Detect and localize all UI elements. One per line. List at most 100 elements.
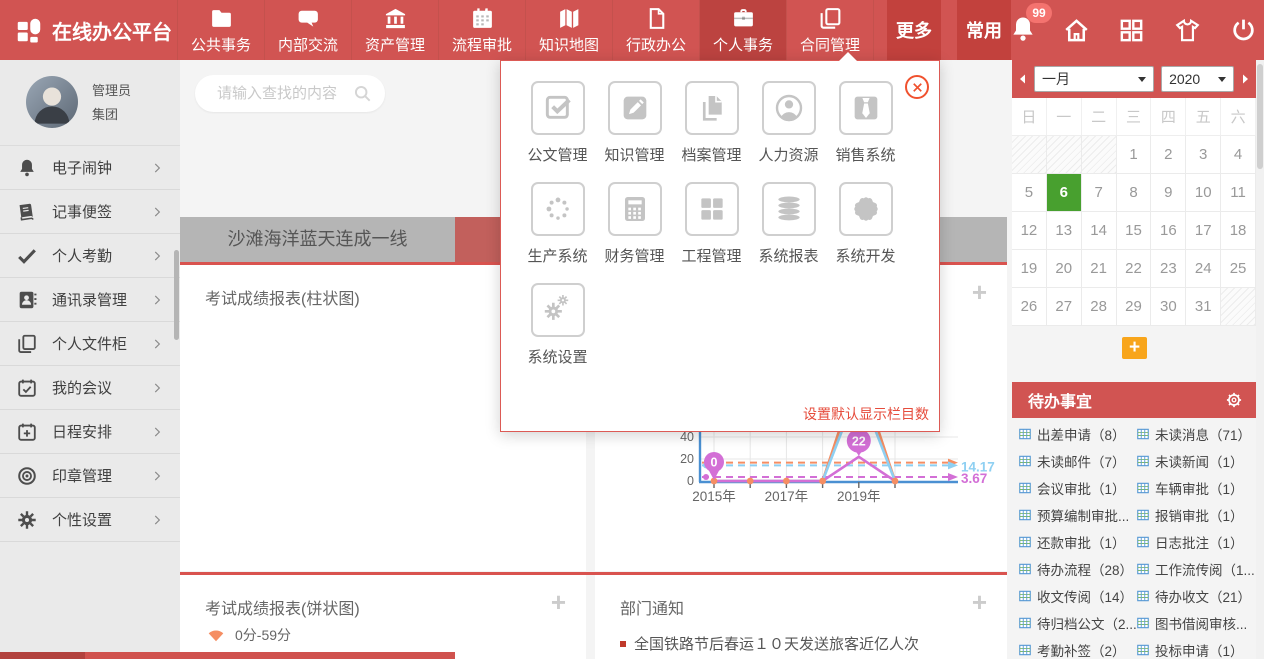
calendar-day-16[interactable]: 16	[1151, 212, 1186, 250]
theme-shirt-icon[interactable]	[1173, 16, 1202, 45]
nav-item-3[interactable]: 资产管理	[352, 0, 439, 60]
todo-item-15[interactable]: 待归档公文（2...	[1018, 609, 1136, 636]
todo-item-5[interactable]: 会议审批（1）	[1018, 474, 1136, 501]
calendar-day-6[interactable]: 6	[1047, 174, 1082, 212]
calendar-day-30[interactable]: 30	[1151, 288, 1186, 326]
calendar-day-7[interactable]: 7	[1082, 174, 1117, 212]
todo-item-2[interactable]: 未读消息（71）	[1136, 420, 1254, 447]
calendar-day-29[interactable]: 29	[1117, 288, 1152, 326]
calendar-day-4[interactable]: 4	[1221, 136, 1256, 174]
calendar-day-2[interactable]: 2	[1151, 136, 1186, 174]
sidebar-item-2[interactable]: 记事便签	[0, 190, 180, 234]
panel-plus-icon[interactable]: +	[551, 587, 566, 618]
nav-item-7[interactable]: 个人事务	[700, 0, 787, 60]
sidebar-item-5[interactable]: 个人文件柜	[0, 322, 180, 366]
user-profile[interactable]: 管理员 集团	[0, 60, 180, 145]
nav-item-8[interactable]: 合同管理	[787, 0, 874, 60]
calendar-day-14[interactable]: 14	[1082, 212, 1117, 250]
app-item-3[interactable]: 档案管理	[673, 81, 750, 182]
calendar-day-27[interactable]: 27	[1047, 288, 1082, 326]
sidebar-scrollbar[interactable]	[174, 250, 179, 340]
app-item-7[interactable]: 财务管理	[596, 182, 673, 283]
calendar-day-10[interactable]: 10	[1186, 174, 1221, 212]
panel-plus-icon[interactable]: +	[972, 277, 987, 308]
app-item-5[interactable]: 销售系统	[827, 81, 904, 182]
calendar-add-button[interactable]: +	[1122, 337, 1147, 359]
nav-item-5[interactable]: 知识地图	[526, 0, 613, 60]
calendar-day-20[interactable]: 20	[1047, 250, 1082, 288]
todo-item-11[interactable]: 待办流程（28）	[1018, 555, 1136, 582]
calendar-day-17[interactable]: 17	[1186, 212, 1221, 250]
calendar-day-26[interactable]: 26	[1012, 288, 1047, 326]
avatar[interactable]	[26, 76, 78, 128]
app-item-9[interactable]: 系统报表	[750, 182, 827, 283]
notice-item[interactable]: 全国铁路节后春运１０天发送旅客近亿人次	[620, 633, 919, 654]
panel-plus-icon[interactable]: +	[972, 587, 987, 618]
calendar-next-icon[interactable]	[1239, 72, 1251, 86]
todo-settings-gear-icon[interactable]	[1224, 390, 1244, 410]
calendar-day-18[interactable]: 18	[1221, 212, 1256, 250]
calendar-day-19[interactable]: 19	[1012, 250, 1047, 288]
year-select[interactable]: 2020	[1161, 66, 1234, 92]
calendar-day-9[interactable]: 9	[1151, 174, 1186, 212]
todo-item-17[interactable]: 考勤补签（2）	[1018, 636, 1136, 659]
set-default-columns-link[interactable]: 设置默认显示栏目数	[803, 404, 929, 424]
page-scrollbar[interactable]	[1256, 60, 1264, 659]
todo-item-4[interactable]: 未读新闻（1）	[1136, 447, 1254, 474]
calendar-day-3[interactable]: 3	[1186, 136, 1221, 174]
calendar-day-8[interactable]: 8	[1117, 174, 1152, 212]
page-scrollbar-thumb[interactable]	[1257, 64, 1263, 169]
nav-item-2[interactable]: 内部交流	[265, 0, 352, 60]
calendar-day-23[interactable]: 23	[1151, 250, 1186, 288]
calendar-day-5[interactable]: 5	[1012, 174, 1047, 212]
calendar-day-22[interactable]: 22	[1117, 250, 1152, 288]
todo-item-1[interactable]: 出差申请（8）	[1018, 420, 1136, 447]
power-logout-icon[interactable]	[1229, 16, 1258, 45]
todo-item-8[interactable]: 报销审批（1）	[1136, 501, 1254, 528]
app-item-11[interactable]: 系统设置	[519, 283, 596, 384]
calendar-day-13[interactable]: 13	[1047, 212, 1082, 250]
month-select[interactable]: 一月	[1034, 66, 1154, 92]
common-button[interactable]: 常用	[957, 0, 1011, 60]
calendar-day-25[interactable]: 25	[1221, 250, 1256, 288]
todo-item-13[interactable]: 收文传阅（14）	[1018, 582, 1136, 609]
sidebar-item-7[interactable]: 日程安排	[0, 410, 180, 454]
todo-item-10[interactable]: 日志批注（1）	[1136, 528, 1254, 555]
sidebar-item-6[interactable]: 我的会议	[0, 366, 180, 410]
app-item-2[interactable]: 知识管理	[596, 81, 673, 182]
calendar-day-1[interactable]: 1	[1117, 136, 1152, 174]
home-icon[interactable]	[1062, 16, 1091, 45]
calendar-day-28[interactable]: 28	[1082, 288, 1117, 326]
todo-item-7[interactable]: 预算编制审批...	[1018, 501, 1136, 528]
calendar-day-31[interactable]: 31	[1186, 288, 1221, 326]
todo-item-9[interactable]: 还款审批（1）	[1018, 528, 1136, 555]
nav-item-6[interactable]: 行政办公	[613, 0, 700, 60]
calendar-day-21[interactable]: 21	[1082, 250, 1117, 288]
todo-item-14[interactable]: 待办收文（21）	[1136, 582, 1254, 609]
more-button[interactable]: 更多	[887, 0, 941, 60]
app-item-1[interactable]: 公文管理	[519, 81, 596, 182]
apps-grid-icon[interactable]	[1117, 16, 1146, 45]
todo-item-16[interactable]: 图书借阅审核...	[1136, 609, 1254, 636]
todo-item-3[interactable]: 未读邮件（7）	[1018, 447, 1136, 474]
nav-item-4[interactable]: 流程审批	[439, 0, 526, 60]
sidebar-item-9[interactable]: 个性设置	[0, 498, 180, 542]
calendar-day-11[interactable]: 11	[1221, 174, 1256, 212]
sidebar-item-8[interactable]: 印章管理	[0, 454, 180, 498]
search-input[interactable]	[215, 75, 345, 112]
app-item-8[interactable]: 工程管理	[673, 182, 750, 283]
nav-item-1[interactable]: 公共事务	[178, 0, 265, 60]
app-item-4[interactable]: 人力资源	[750, 81, 827, 182]
sidebar-item-3[interactable]: 个人考勤	[0, 234, 180, 278]
calendar-prev-icon[interactable]	[1017, 72, 1029, 86]
todo-item-12[interactable]: 工作流传阅（1...	[1136, 555, 1254, 582]
calendar-day-12[interactable]: 12	[1012, 212, 1047, 250]
calendar-day-15[interactable]: 15	[1117, 212, 1152, 250]
app-item-6[interactable]: 生产系统	[519, 182, 596, 283]
app-logo[interactable]: 在线办公平台	[0, 0, 178, 60]
sidebar-item-1[interactable]: 电子闹钟	[0, 146, 180, 190]
app-item-10[interactable]: 系统开发	[827, 182, 904, 283]
calendar-day-24[interactable]: 24	[1186, 250, 1221, 288]
search-icon[interactable]	[352, 83, 373, 104]
todo-item-6[interactable]: 车辆审批（1）	[1136, 474, 1254, 501]
